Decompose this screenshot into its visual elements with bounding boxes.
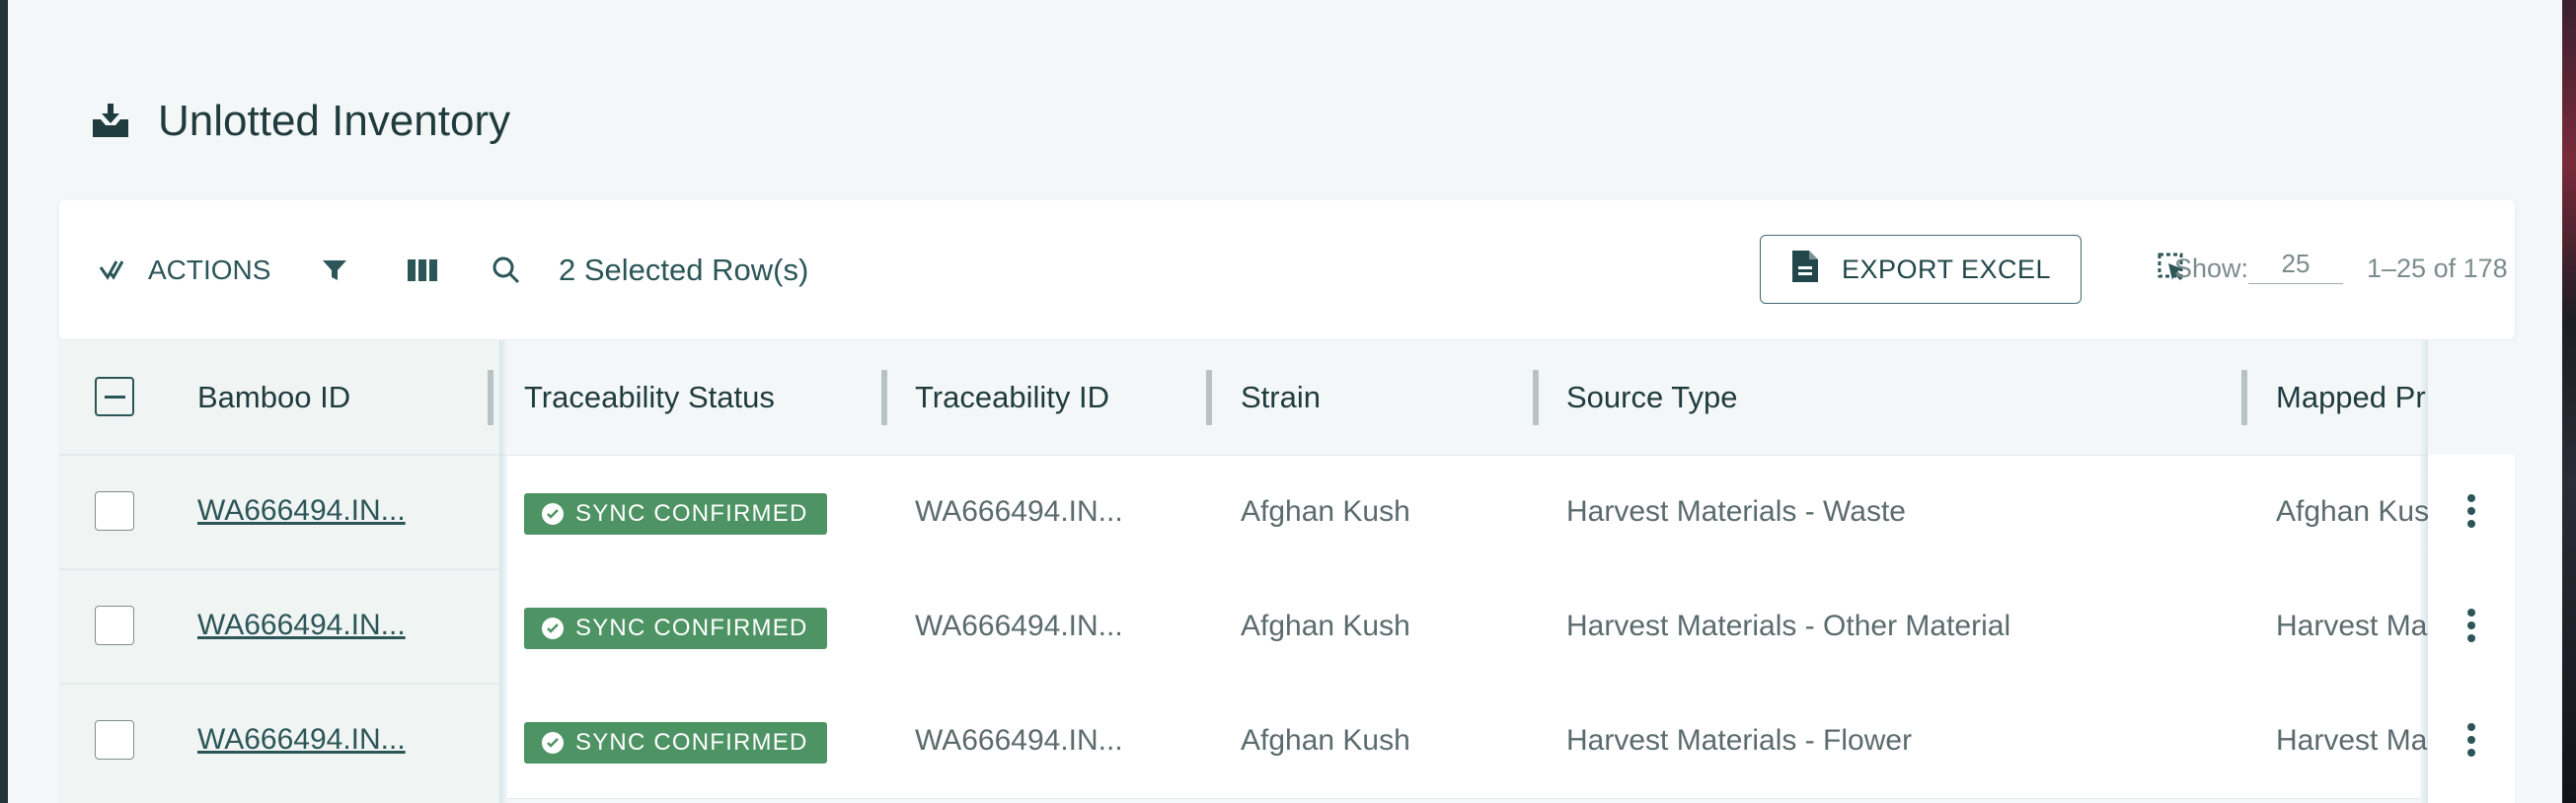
status-badge: SYNC CONFIRMED xyxy=(524,722,828,764)
page-size-input[interactable]: 25 xyxy=(2248,244,2343,284)
column-resize-handle[interactable] xyxy=(881,370,887,425)
actions-label: ACTIONS xyxy=(148,254,271,285)
bamboo-id-link[interactable]: WA666494.IN... xyxy=(197,494,406,528)
column-header-traceability-status[interactable]: Traceability Status xyxy=(524,380,775,415)
document-icon xyxy=(1790,249,1820,291)
select-all-checkbox[interactable] xyxy=(95,377,134,416)
filter-button[interactable] xyxy=(322,257,347,283)
source-type-cell: Harvest Materials - Waste xyxy=(1566,495,1906,528)
column-header-source-type[interactable]: Source Type xyxy=(1566,380,1737,415)
row-checkbox[interactable] xyxy=(95,606,134,645)
search-button[interactable] xyxy=(492,256,521,285)
double-check-icon xyxy=(99,259,130,281)
page-header: Unlotted Inventory xyxy=(91,97,510,146)
inventory-table: Bamboo ID Traceability Status Traceabili… xyxy=(59,340,2515,803)
mapped-cell-clip: Afghan Kush xyxy=(2276,455,2428,569)
traceability-id-cell: WA666494.IN... xyxy=(915,724,1123,757)
mapped-cell: Afghan Kush xyxy=(2276,495,2428,528)
column-resize-handle[interactable] xyxy=(488,370,493,425)
selected-rows-count: 2 Selected Row(s) xyxy=(559,252,809,287)
more-vert-icon[interactable] xyxy=(2467,609,2475,647)
check-circle-icon xyxy=(542,732,564,754)
mapped-header-clip: Mapped Pr xyxy=(2276,340,2428,455)
actions-button[interactable]: ACTIONS xyxy=(99,255,270,286)
page-title: Unlotted Inventory xyxy=(158,97,511,145)
column-resize-handle[interactable] xyxy=(1206,370,1212,425)
status-label: SYNC CONFIRMED xyxy=(575,500,808,527)
bamboo-id-link[interactable]: WA666494.IN... xyxy=(197,723,406,757)
mapped-cell: Harvest Ma xyxy=(2276,610,2428,642)
search-icon xyxy=(492,256,521,285)
source-type-cell: Harvest Materials - Other Material xyxy=(1566,610,2011,642)
column-header-traceability-id[interactable]: Traceability ID xyxy=(915,380,1109,415)
inbox-download-icon xyxy=(91,102,130,141)
check-circle-icon xyxy=(542,503,564,525)
pagination-range: 1–25 of 178 xyxy=(2367,254,2508,283)
columns-button[interactable] xyxy=(407,257,438,283)
row-divider xyxy=(59,683,499,685)
status-label: SYNC CONFIRMED xyxy=(575,729,808,756)
status-label: SYNC CONFIRMED xyxy=(575,615,808,641)
strain-cell: Afghan Kush xyxy=(1241,724,1410,757)
mapped-cell-clip: Harvest Ma xyxy=(2276,569,2428,684)
show-label: Show: xyxy=(2174,254,2249,283)
row-checkbox[interactable] xyxy=(95,491,134,531)
source-type-cell: Harvest Materials - Flower xyxy=(1566,724,1913,757)
strain-cell: Afghan Kush xyxy=(1241,610,1410,642)
mapped-cell: Harvest Ma xyxy=(2276,724,2428,757)
row-checkbox[interactable] xyxy=(95,720,134,760)
column-header-strain[interactable]: Strain xyxy=(1241,380,1321,415)
table-toolbar: ACTIONS 2 Selected Row(s) EXPORT EXCEL S… xyxy=(59,200,2515,339)
traceability-id-cell: WA666494.IN... xyxy=(915,610,1123,642)
status-badge: SYNC CONFIRMED xyxy=(524,608,828,649)
check-circle-icon xyxy=(542,618,564,639)
column-header-mapped[interactable]: Mapped Pr xyxy=(2276,380,2426,415)
export-excel-button[interactable]: EXPORT EXCEL xyxy=(1760,235,2082,304)
row-actions-header xyxy=(2428,340,2515,455)
columns-icon xyxy=(407,257,438,283)
pinned-shadow xyxy=(499,340,507,803)
window-left-edge xyxy=(0,0,8,803)
column-resize-handle[interactable] xyxy=(2241,370,2247,425)
window-right-edge xyxy=(2562,0,2576,803)
column-resize-handle[interactable] xyxy=(1533,370,1539,425)
more-vert-icon[interactable] xyxy=(2467,723,2475,762)
bamboo-id-link[interactable]: WA666494.IN... xyxy=(197,609,406,642)
filter-icon xyxy=(322,257,347,283)
traceability-id-cell: WA666494.IN... xyxy=(915,495,1123,528)
column-header-bamboo-id[interactable]: Bamboo ID xyxy=(197,380,350,415)
row-divider xyxy=(59,568,499,570)
status-badge: SYNC CONFIRMED xyxy=(524,493,828,535)
more-vert-icon[interactable] xyxy=(2467,494,2475,533)
mapped-cell-clip: Harvest Ma xyxy=(2276,684,2428,798)
export-excel-label: EXPORT EXCEL xyxy=(1841,254,2052,284)
strain-cell: Afghan Kush xyxy=(1241,495,1410,528)
